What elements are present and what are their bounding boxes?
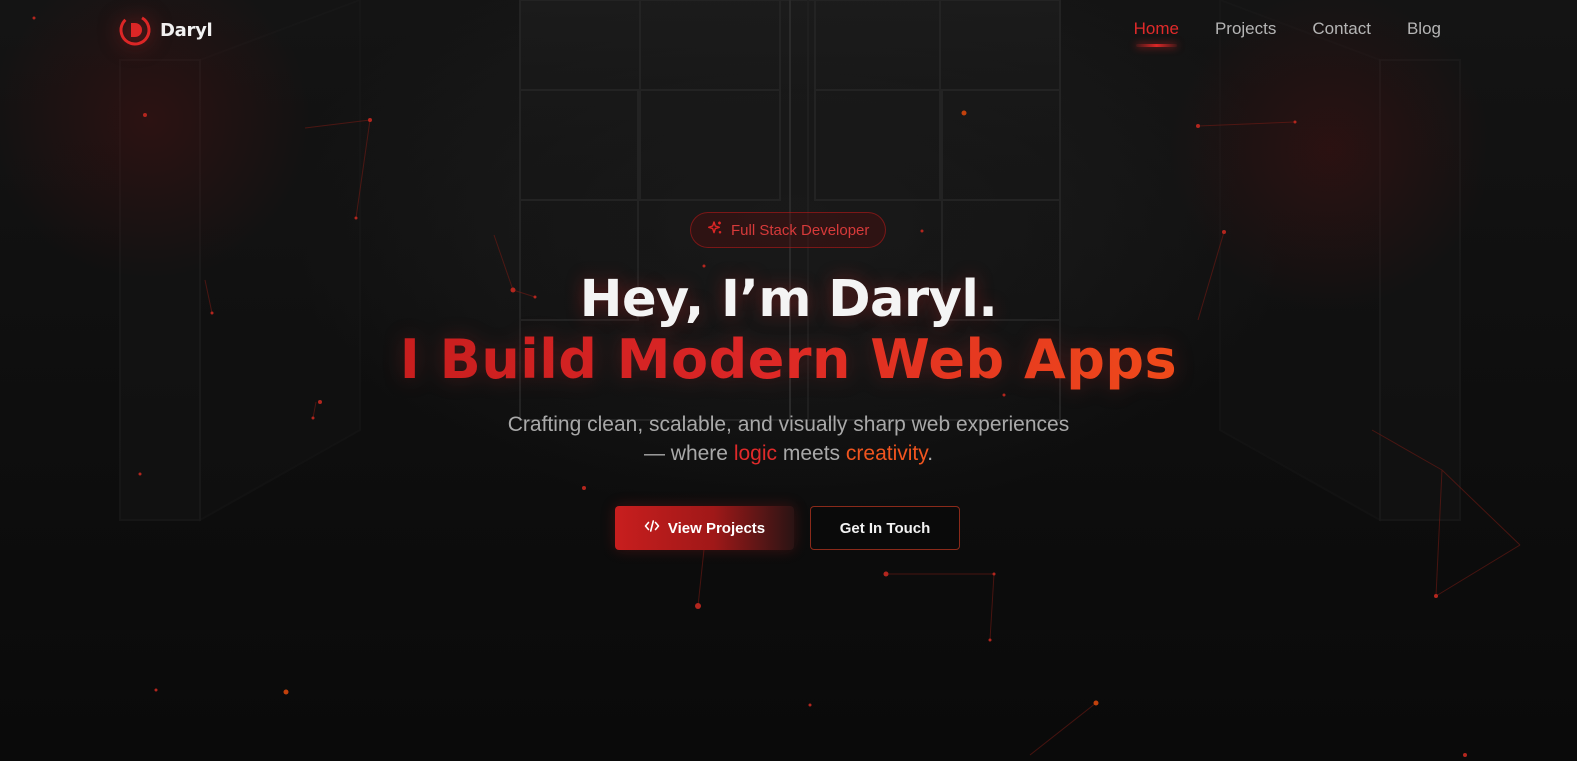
brand-name: Daryl <box>160 19 213 41</box>
nav-link-contact[interactable]: Contact <box>1312 19 1371 39</box>
sparkle-icon <box>707 220 723 240</box>
hero-subtitle: Crafting clean, scalable, and visually s… <box>0 410 1577 468</box>
brand-logo[interactable]: Daryl <box>118 13 213 47</box>
highlight-creativity: creativity <box>845 442 928 465</box>
hero-actions: View Projects Get In Touch <box>615 506 960 550</box>
view-projects-label: View Projects <box>667 519 766 537</box>
code-icon <box>644 519 660 537</box>
nav-link-projects[interactable]: Projects <box>1215 19 1276 39</box>
get-in-touch-button[interactable]: Get In Touch <box>810 506 960 550</box>
subtitle-prefix: — where <box>643 442 734 465</box>
subtitle-line1: Crafting clean, scalable, and visually s… <box>507 413 1070 436</box>
hero-headline-text: I Build Modern Web Apps <box>399 328 1178 391</box>
d-logo-icon <box>118 13 152 47</box>
get-in-touch-label: Get In Touch <box>839 519 931 537</box>
role-badge-label: Full Stack Developer <box>731 221 870 239</box>
view-projects-button[interactable]: View Projects <box>615 506 794 550</box>
subtitle-suffix: . <box>927 442 934 465</box>
top-navigation: Daryl Home Projects Contact Blog <box>0 0 1577 62</box>
nav-menu: Home Projects Contact Blog <box>1134 19 1441 47</box>
subtitle-middle: meets <box>777 442 846 465</box>
hero-headline: I Build Modern Web Apps <box>0 328 1577 391</box>
role-badge: Full Stack Developer <box>690 212 887 248</box>
page: Daryl Home Projects Contact Blog Full St… <box>0 0 1577 761</box>
highlight-logic: logic <box>733 442 778 465</box>
hero-greeting: Hey, I’m Daryl. <box>579 270 998 329</box>
nav-link-blog[interactable]: Blog <box>1407 19 1441 39</box>
nav-link-home[interactable]: Home <box>1134 19 1179 47</box>
